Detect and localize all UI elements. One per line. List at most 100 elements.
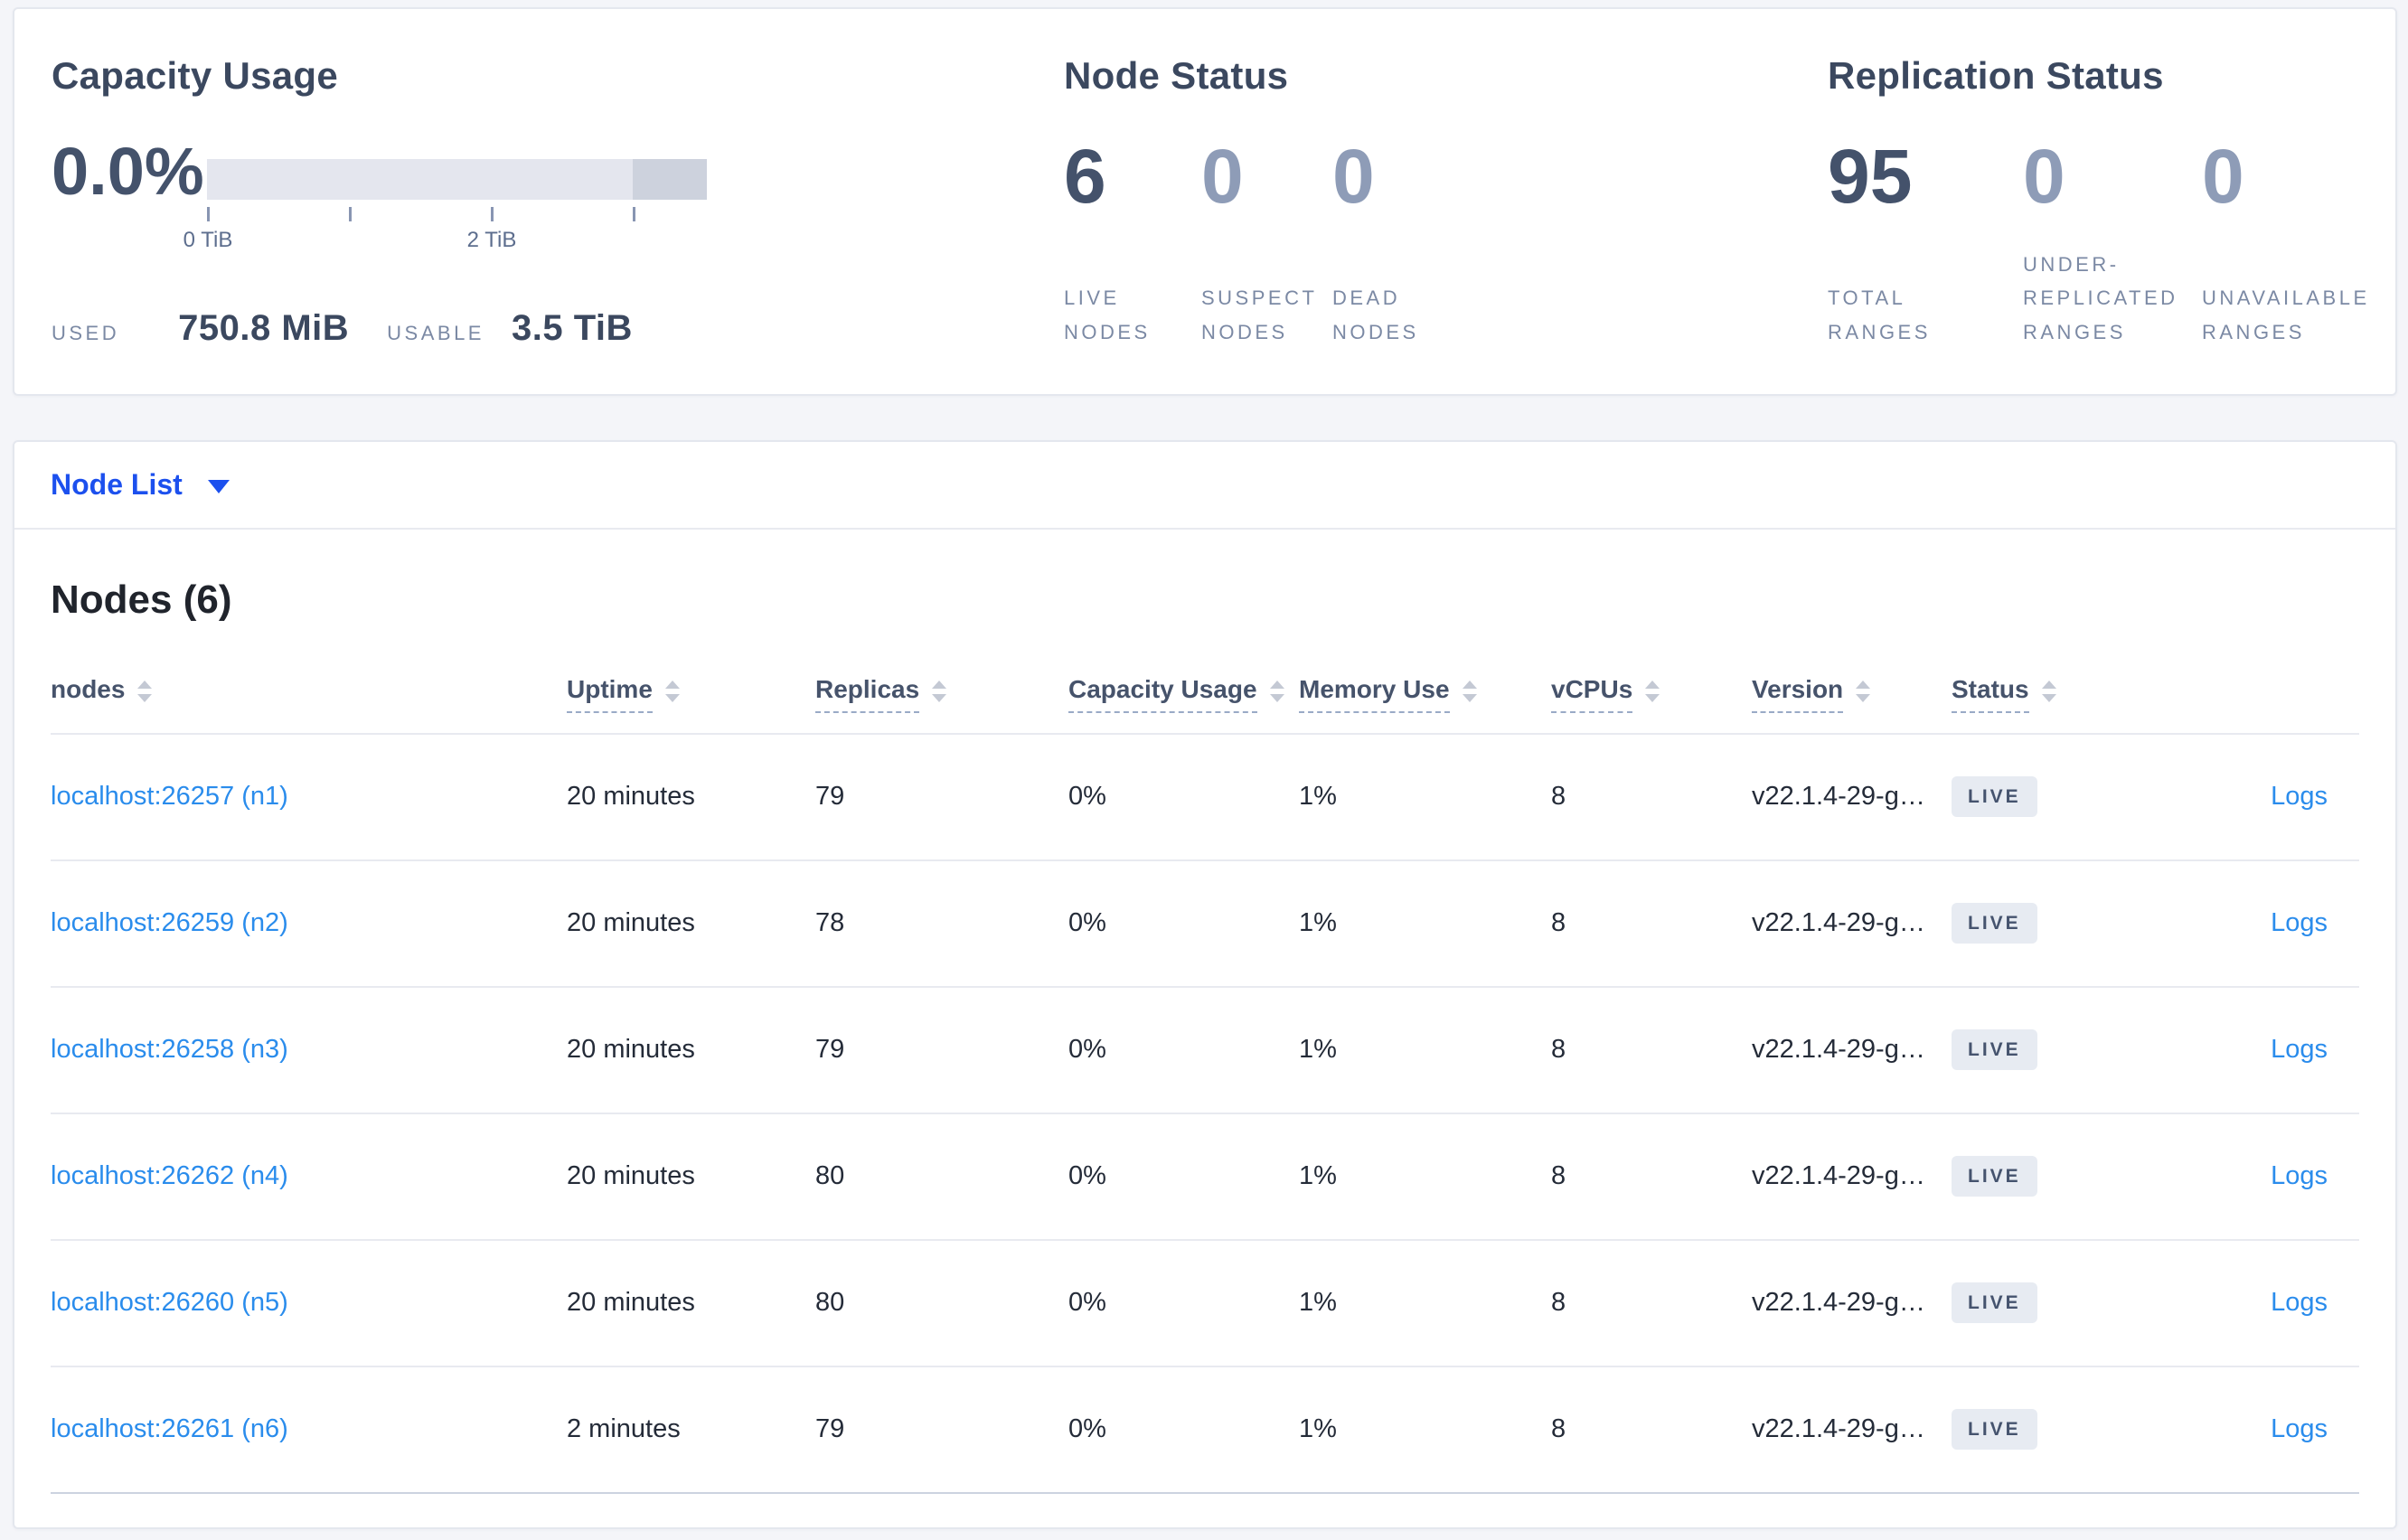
axis-tick-label: 2 TiB [466, 228, 517, 252]
node-link[interactable]: localhost:26260 (n5) [51, 1288, 288, 1317]
cell-logs: Logs [2171, 908, 2359, 938]
column-header[interactable]: nodes [51, 675, 567, 713]
cell-memory-use: 1% [1299, 1414, 1337, 1444]
cell-replicas: 80 [815, 1288, 845, 1318]
sort-down-icon [137, 693, 153, 702]
sort-down-icon [2041, 693, 2056, 702]
cell-replicas: 79 [815, 1035, 845, 1065]
table-title: Nodes (6) [51, 578, 232, 622]
table-row: localhost:26262 (n4) 20 minutes 80 0% 1%… [51, 1114, 2359, 1241]
stat-label: SUSPECT NODES [1201, 286, 1318, 343]
capacity-percent: 0.0% [52, 134, 204, 209]
cell-uptime: 20 minutes [567, 1035, 695, 1065]
axis-tick [491, 207, 494, 221]
replication-status-stats: 95 TOTAL RANGES 0 UNDER-REPLICATED RANGE… [1828, 138, 2388, 349]
table-body: localhost:26257 (n1) 20 minutes 79 0% 1%… [51, 735, 2359, 1494]
capacity-used-usable: USED 750.8 MiB USABLE 3.5 TiB [52, 308, 757, 349]
stat-label: TOTAL RANGES [1828, 286, 1931, 343]
sort-up-icon [1462, 680, 1477, 689]
stat: 0 DEAD NODES [1332, 138, 1642, 349]
cell-logs: Logs [2171, 782, 2359, 812]
table-row: localhost:26261 (n6) 2 minutes 79 0% 1% … [51, 1367, 2359, 1494]
sort-icon [1645, 680, 1660, 702]
cell-replicas: 79 [815, 782, 845, 812]
status-badge: LIVE [1952, 1282, 2037, 1324]
column-header[interactable]: vCPUs [1551, 675, 1752, 713]
usable-label: USABLE [387, 322, 484, 344]
sort-up-icon [2041, 680, 2056, 689]
stat: 0 UNAVAILABLE RANGES [2202, 138, 2388, 349]
stat-value: 0 [2202, 134, 2244, 219]
node-link[interactable]: localhost:26262 (n4) [51, 1161, 288, 1190]
node-link[interactable]: localhost:26257 (n1) [51, 782, 288, 811]
column-header[interactable]: Capacity Usage [1068, 675, 1299, 713]
status-badge: LIVE [1952, 776, 2037, 818]
usable-value: 3.5 TiB [511, 308, 633, 348]
sort-icon [664, 680, 680, 702]
cell-status: LIVE [1952, 1282, 2171, 1324]
chevron-down-icon [207, 480, 230, 493]
status-badge: LIVE [1952, 1409, 2037, 1451]
cell-memory-use: 1% [1299, 1035, 1337, 1065]
cell-replicas: 78 [815, 908, 845, 938]
cell-vcpus: 8 [1551, 1035, 1566, 1065]
sort-icon [932, 680, 947, 702]
sort-down-icon [1462, 693, 1477, 702]
node-list-dropdown[interactable]: Node List [14, 442, 2395, 530]
column-header-label: Version [1752, 675, 1844, 713]
axis-tick [207, 207, 210, 221]
capacity-usage-panel: Capacity Usage 0.0% 0 TiB 2 TiB USED 750… [52, 52, 757, 349]
column-header[interactable]: Version [1752, 675, 1952, 713]
column-header [2171, 675, 2359, 684]
cell-node-address: localhost:26259 (n2) [51, 908, 567, 938]
logs-link[interactable]: Logs [2271, 1161, 2328, 1190]
sort-up-icon [932, 680, 947, 689]
cell-capacity-usage: 0% [1068, 1035, 1106, 1065]
column-header[interactable]: Status [1952, 675, 2171, 713]
cell-node-address: localhost:26258 (n3) [51, 1035, 567, 1065]
cell-version: v22.1.4-29-g… [1752, 782, 1925, 812]
node-status-panel: Node Status 6 LIVE NODES 0 SUSPECT NODES… [1064, 52, 1642, 349]
cell-capacity-usage: 0% [1068, 782, 1106, 812]
stat-label: LIVE NODES [1064, 286, 1151, 343]
cell-logs: Logs [2171, 1414, 2359, 1444]
sort-up-icon [1269, 680, 1284, 689]
node-link[interactable]: localhost:26261 (n6) [51, 1414, 288, 1443]
capacity-gauge-extra-segment [633, 159, 707, 200]
summary-card: Capacity Usage 0.0% 0 TiB 2 TiB USED 750… [13, 7, 2397, 396]
cell-node-address: localhost:26261 (n6) [51, 1414, 567, 1444]
logs-link[interactable]: Logs [2271, 1288, 2328, 1317]
cell-status: LIVE [1952, 1156, 2171, 1197]
status-badge: LIVE [1952, 1156, 2037, 1197]
cell-logs: Logs [2171, 1161, 2359, 1191]
logs-link[interactable]: Logs [2271, 1035, 2328, 1064]
column-header-label: nodes [51, 674, 126, 703]
cell-status: LIVE [1952, 776, 2171, 818]
column-header[interactable]: Memory Use [1299, 675, 1551, 713]
cell-uptime: 20 minutes [567, 1161, 695, 1191]
table-row: localhost:26257 (n1) 20 minutes 79 0% 1%… [51, 735, 2359, 861]
status-badge: LIVE [1952, 1029, 2037, 1071]
column-header[interactable]: Uptime [567, 675, 815, 713]
cell-status: LIVE [1952, 1029, 2171, 1071]
cell-capacity-usage: 0% [1068, 1161, 1106, 1191]
cell-status: LIVE [1952, 903, 2171, 944]
node-list-card: Node List Nodes (6) nodes Uptime Replica… [13, 440, 2397, 1529]
nodes-table: Nodes (6) nodes Uptime Replicas Capacity… [14, 577, 2395, 1494]
logs-link[interactable]: Logs [2271, 908, 2328, 937]
cell-logs: Logs [2171, 1288, 2359, 1318]
status-badge: LIVE [1952, 903, 2037, 944]
cell-uptime: 2 minutes [567, 1414, 681, 1444]
cell-version: v22.1.4-29-g… [1752, 1161, 1925, 1191]
column-header-label: Capacity Usage [1068, 675, 1257, 713]
node-link[interactable]: localhost:26258 (n3) [51, 1035, 288, 1064]
node-link[interactable]: localhost:26259 (n2) [51, 908, 288, 937]
cell-node-address: localhost:26260 (n5) [51, 1288, 567, 1318]
cell-memory-use: 1% [1299, 908, 1337, 938]
column-header[interactable]: Replicas [815, 675, 1068, 713]
logs-link[interactable]: Logs [2271, 782, 2328, 811]
sort-down-icon [1856, 693, 1871, 702]
cell-node-address: localhost:26262 (n4) [51, 1161, 567, 1191]
column-header-label: Status [1952, 675, 2029, 713]
logs-link[interactable]: Logs [2271, 1414, 2328, 1443]
